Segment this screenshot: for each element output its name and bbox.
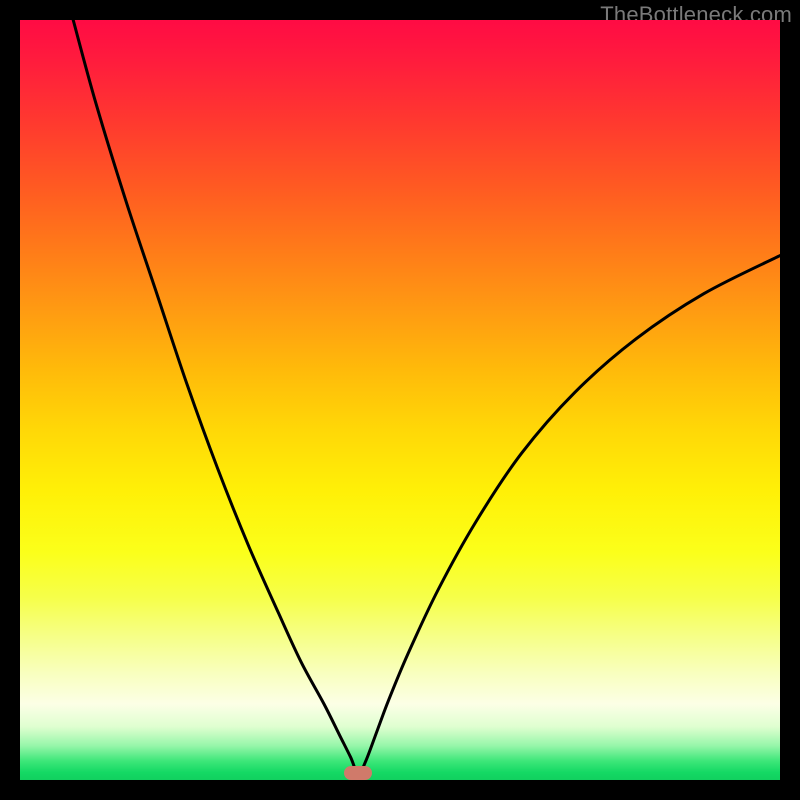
bottleneck-curve [20, 20, 780, 780]
minimum-marker [344, 766, 372, 780]
plot-area [20, 20, 780, 780]
chart-stage: TheBottleneck.com [0, 0, 800, 800]
